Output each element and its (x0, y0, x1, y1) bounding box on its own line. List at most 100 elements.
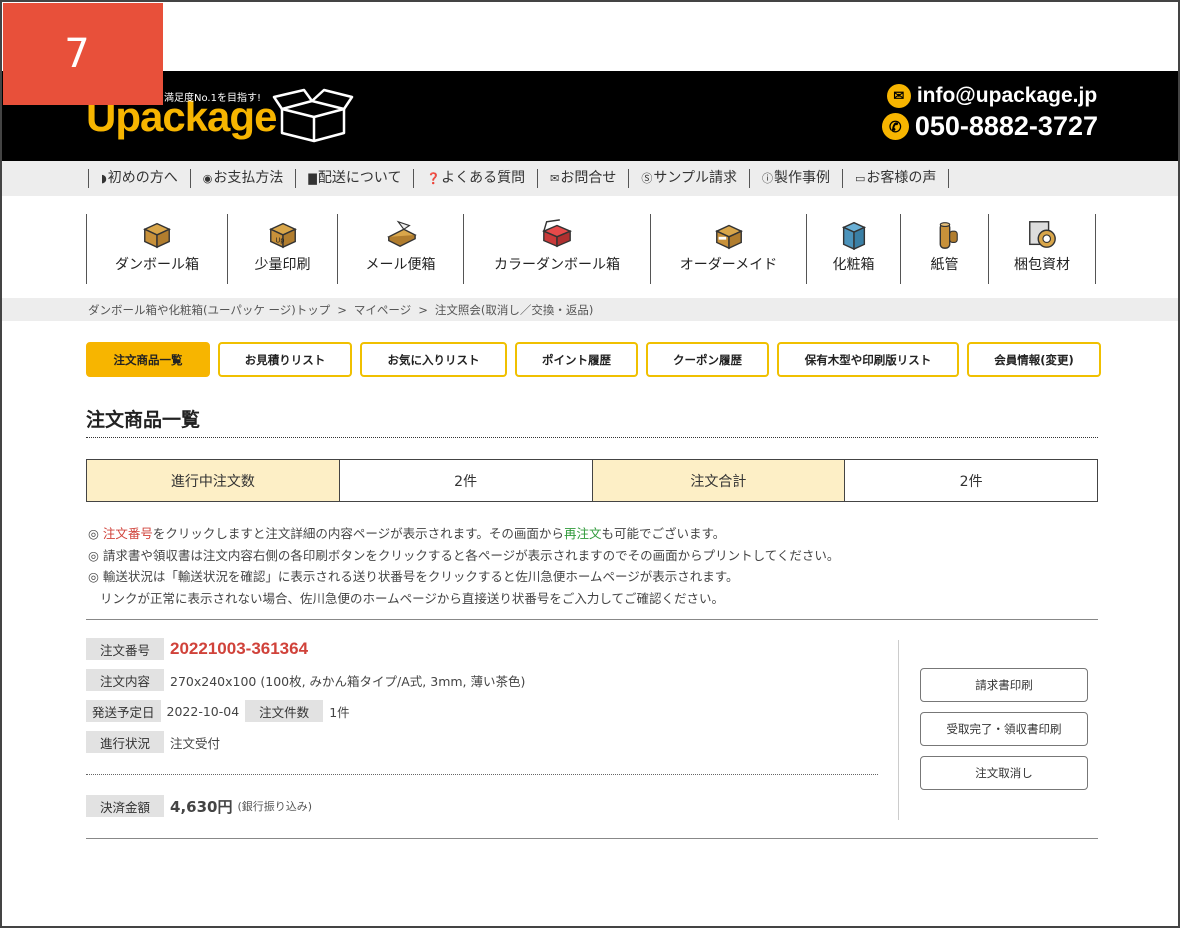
order-actions: 請求書印刷 受取完了・領収書印刷 注文取消し (920, 668, 1088, 800)
in-progress-value: 2件 (340, 460, 593, 501)
color-box-icon (542, 219, 572, 248)
payment-amount: 4,630円 (170, 797, 233, 816)
ship-date: 2022-10-04 (166, 703, 240, 719)
status-row: 進行状況 注文受付 (86, 731, 878, 753)
category-8[interactable]: 梱包資材 (988, 214, 1096, 284)
order-content: 270x240x100 (100枚, みかん箱タイプ/A式, 3mm, 薄い茶色… (170, 673, 526, 689)
payment-label: 決済金額 (86, 795, 165, 817)
subnav-label: お支払方法 (213, 170, 284, 186)
breadcrumb-mypage[interactable]: マイページ (354, 303, 411, 317)
order-card: 注文番号 20221003-361364 注文内容 270x240x100 (1… (86, 638, 878, 762)
subnav-label: 製作事例 (773, 170, 830, 186)
category-label: カラーダンボール箱 (494, 257, 620, 273)
subnav-label: 初めの方へ (107, 170, 178, 186)
email-contact[interactable]: ✉ info@upackage.jp (886, 84, 1098, 108)
order-content-label: 注文内容 (86, 669, 165, 691)
status-label: 進行状況 (86, 731, 165, 753)
tagline: 満足度No.1を目指す! (164, 93, 261, 104)
note-4: リンクが正常に表示されない場合、佐川急便のホームページから直接送り状番号をご入力… (100, 590, 725, 606)
step-badge: 7 (3, 3, 163, 105)
subnav-item[interactable]: ◗初めの方へ (88, 169, 190, 188)
payment-method: (銀行振り込み) (237, 800, 313, 813)
category-label: ダンボール箱 (115, 257, 199, 273)
category-label: 紙管 (930, 257, 959, 273)
subnav-item[interactable]: ❓よくある質問 (413, 169, 537, 188)
order-summary: 進行中注文数 2件 注文合計 2件 (86, 459, 1098, 502)
order-total-label: 注文合計 (592, 460, 846, 501)
subnav-label: サンプル請求 (653, 170, 737, 186)
tab-3[interactable]: お気に入りリスト (360, 342, 507, 377)
category-6[interactable]: 化粧箱 (806, 214, 900, 284)
order-count: 1件 (329, 704, 350, 720)
cancel-order-button[interactable]: 注文取消し (920, 756, 1088, 790)
breadcrumb: ダンボール箱や化粧箱(ユーパッケ ージ)トップ > マイページ > 注文照会(取消し／交… (88, 303, 594, 317)
order-status: 注文受付 (170, 735, 221, 751)
breadcrumb-top[interactable]: ダンボール箱や化粧箱(ユーパッケ ージ)トップ (88, 303, 330, 317)
order-number-row: 注文番号 20221003-361364 (86, 638, 878, 660)
tab-6[interactable]: 保有木型や印刷版リスト (777, 342, 959, 377)
subnav-item[interactable]: Ⓢサンプル請求 (628, 169, 749, 188)
order-content-row: 注文内容 270x240x100 (100枚, みかん箱タイプ/A式, 3mm,… (86, 669, 878, 691)
subnav-label: お問合せ (560, 170, 617, 186)
breadcrumb-current: 注文照会(取消し／交換・返品) (434, 303, 594, 317)
category-3[interactable]: メール便箱 (337, 214, 463, 284)
bottom-divider (86, 838, 1098, 839)
category-label: オーダーメイド (679, 257, 778, 273)
packing-tape-icon (1029, 221, 1056, 248)
mail-icon: ✉ (886, 84, 911, 108)
ship-row: 発送予定日 2022-10-04 注文件数 1件 (86, 700, 878, 722)
note-2: ◎ 請求書や領収書は注文内容右側の各印刷ボタンをクリックすると各ページが表示され… (88, 547, 840, 563)
note-1: ◎ 注文番号をクリックしますと注文詳細の内容ページが表示されます。その画面から再… (88, 526, 726, 541)
category-label: メール便箱 (365, 257, 436, 273)
tab-7[interactable]: 会員情報(変更) (967, 342, 1101, 377)
ship-date-label: 発送予定日 (86, 700, 161, 722)
subnav-item[interactable]: ✉お問合せ (537, 169, 628, 188)
title-divider (86, 437, 1098, 438)
tab-1[interactable]: 注文商品一覧 (86, 342, 210, 377)
mail-box-icon (386, 220, 417, 248)
breadcrumb-bar: ダンボール箱や化粧箱(ユーパッケ ージ)トップ > マイページ > 注文照会(取消し／交… (2, 298, 1178, 321)
category-7[interactable]: 紙管 (900, 214, 988, 284)
page-title: 注文商品一覧 (86, 409, 201, 431)
tab-4[interactable]: ポイント履歴 (515, 342, 638, 377)
shield-icon: ◗ (101, 172, 107, 185)
order-made-box-icon (714, 224, 743, 250)
in-progress-label: 進行中注文数 (87, 460, 340, 501)
cosmetic-box-icon (841, 221, 866, 250)
phone-number[interactable]: 050-8882-3727 (915, 111, 1098, 142)
order-number-label: 注文番号 (86, 638, 165, 660)
order-number-link[interactable]: 20221003-361364 (170, 639, 308, 659)
question-icon: ❓ (426, 172, 441, 185)
invoice-print-button[interactable]: 請求書印刷 (920, 668, 1088, 702)
yen-icon: ◉ (202, 172, 213, 185)
category-2[interactable]: Up 少量印刷 (227, 214, 337, 284)
category-label: 少量印刷 (254, 257, 311, 273)
receipt-print-button[interactable]: 受取完了・領収書印刷 (920, 712, 1088, 746)
category-label: 梱包資材 (1014, 257, 1070, 273)
tab-5[interactable]: クーポン履歴 (646, 342, 769, 377)
category-1[interactable]: ダンボール箱 (86, 214, 227, 284)
email-address[interactable]: info@upackage.jp (917, 84, 1097, 108)
chat-icon: ▭ (854, 172, 866, 185)
category-5[interactable]: オーダーメイド (650, 214, 806, 284)
subnav-label: お客様の声 (866, 170, 937, 186)
cardboard-box-icon (143, 222, 171, 249)
phone-contact[interactable]: ✆ 050-8882-3727 (881, 111, 1098, 142)
subnav-item[interactable]: ◉お支払方法 (189, 169, 296, 188)
order-count-label: 注文件数 (245, 700, 324, 722)
category-navigation: ダンボール箱 Up 少量印刷 メール便箱 カラーダンボール箱 オーダーメイド 化粧箱 紙管 梱包… (86, 214, 1096, 284)
info-icon: ⓘ (761, 172, 773, 185)
subnav-item[interactable]: ⓘ製作事例 (748, 169, 842, 188)
category-label: 化粧箱 (832, 257, 875, 273)
mail-icon: ✉ (550, 172, 560, 185)
tab-2[interactable]: お見積りリスト (218, 342, 352, 377)
subnav-item[interactable]: ▇配送について (295, 169, 413, 188)
truck-icon: ▇ (308, 172, 317, 185)
note-3: ◎ 輸送状況は「輸送状況を確認」に表示される送り状番号をクリックすると佐川急便ホ… (88, 569, 739, 584)
category-4[interactable]: カラーダンボール箱 (463, 214, 650, 284)
subnav-item[interactable]: ▭お客様の声 (841, 169, 950, 188)
logo-box-icon (272, 88, 354, 143)
sample-icon: Ⓢ (641, 172, 653, 185)
subnav-label: 配送について (317, 170, 402, 186)
order-total-value: 2件 (959, 473, 983, 490)
